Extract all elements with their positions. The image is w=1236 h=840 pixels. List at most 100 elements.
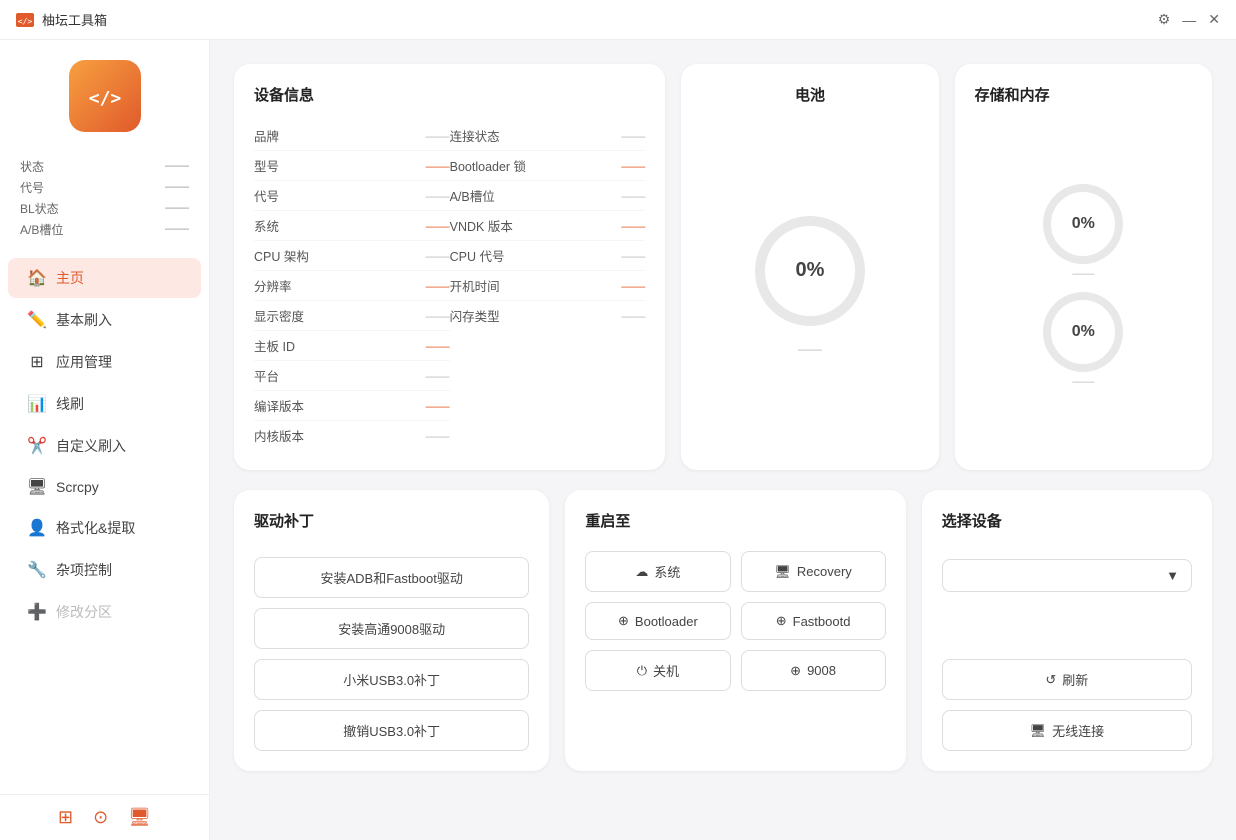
sidebar-label-scrcpy: Scrcpy: [56, 479, 99, 495]
device-info-title: 设备信息: [254, 84, 645, 105]
device-row-ab: A/B槽位 ——: [450, 181, 646, 211]
status-val-ab: ——: [165, 221, 189, 238]
device-icon[interactable]: 🖥: [128, 807, 151, 828]
device-row-connection: 连接状态 ——: [450, 121, 646, 151]
reboot-fastbootd-btn[interactable]: ⊕ Fastbootd: [741, 602, 886, 640]
titlebar-left: </> 柚坛工具箱: [16, 10, 107, 29]
driver-patch-title: 驱动补丁: [254, 510, 529, 531]
sidebar-item-appmanage[interactable]: ⊞ 应用管理: [8, 342, 201, 382]
device-dropdown[interactable]: ▼: [942, 559, 1192, 592]
reboot-grid: ☁ 系统 🖥 Recovery ⊕ Bootloader ⊕ Fastbootd: [585, 551, 885, 691]
svg-text:</>: </>: [18, 17, 32, 25]
reboot-shutdown-btn[interactable]: ⏻ 关机: [585, 650, 730, 691]
refresh-btn[interactable]: ↺ 刷新: [942, 659, 1192, 700]
main-layout: </> 状态 —— 代号 —— BL状态 —— A/B槽位 ——: [0, 40, 1236, 840]
reboot-recovery-label: Recovery: [797, 564, 852, 579]
storage-items: 0% —— 0% ——: [975, 121, 1192, 450]
terminal-icon[interactable]: ⊞: [58, 807, 73, 828]
device-row-cpucode: CPU 代号 ——: [450, 241, 646, 271]
close-icon[interactable]: ✕: [1208, 11, 1220, 28]
bottom-cards-row: 驱动补丁 安装ADB和Fastboot驱动 安装高通9008驱动 小米USB3.…: [234, 490, 1212, 771]
sidebar-label-custom: 自定义刷入: [56, 436, 126, 456]
storage-circle-disk: 0%: [1043, 184, 1123, 264]
sidebar-status: 状态 —— 代号 —— BL状态 —— A/B槽位 ——: [0, 156, 209, 240]
reboot-system-btn[interactable]: ☁ 系统: [585, 551, 730, 592]
status-val-codename: ——: [165, 179, 189, 196]
reboot-title: 重启至: [585, 510, 885, 531]
reboot-recovery-btn[interactable]: 🖥 Recovery: [741, 551, 886, 592]
device-row-system: 系统 ——: [254, 211, 450, 241]
minimize-icon[interactable]: —: [1182, 12, 1196, 28]
device-info-card: 设备信息 品牌 —— 型号 —— 代号: [234, 64, 665, 470]
sidebar-bottom: ⊞ ⊙ 🖥: [0, 794, 209, 840]
status-row-state: 状态 ——: [20, 156, 189, 177]
storage-percent-disk: 0%: [1072, 215, 1095, 233]
battery-info: ——: [798, 342, 822, 356]
sidebar-item-format[interactable]: 👤 格式化&提取: [8, 508, 201, 548]
device-row-platform: 平台 ——: [254, 361, 450, 391]
sidebar-label-misc: 杂项控制: [56, 560, 112, 580]
device-row-buildver: 编译版本 ——: [254, 391, 450, 421]
battery-percent: 0%: [796, 259, 825, 282]
content-area: 设备信息 品牌 —— 型号 —— 代号: [210, 40, 1236, 840]
sidebar-item-partition[interactable]: ➕ 修改分区: [8, 592, 201, 632]
status-label-ab: A/B槽位: [20, 221, 63, 238]
scrcpy-icon: 🖥: [28, 478, 46, 496]
titlebar: </> 柚坛工具箱 ⚙ — ✕: [0, 0, 1236, 40]
sidebar-label-partition: 修改分区: [56, 602, 112, 622]
sidebar-item-cable[interactable]: 📊 线刷: [8, 384, 201, 424]
sidebar-label-appmanage: 应用管理: [56, 352, 112, 372]
sidebar-label-cable: 线刷: [56, 394, 84, 414]
battery-card: 电池 0% ——: [681, 64, 938, 470]
sidebar-item-misc[interactable]: 🔧 杂项控制: [8, 550, 201, 590]
install-adb-fastboot-btn[interactable]: 安装ADB和Fastboot驱动: [254, 557, 529, 598]
sidebar-label-home: 主页: [56, 268, 84, 288]
reboot-bootloader-btn[interactable]: ⊕ Bootloader: [585, 602, 730, 640]
device-row-brand: 品牌 ——: [254, 121, 450, 151]
misc-icon: 🔧: [28, 561, 46, 579]
device-row-model: 型号 ——: [254, 151, 450, 181]
titlebar-controls: ⚙ — ✕: [1158, 11, 1220, 28]
reboot-bootloader-icon: ⊕: [618, 613, 629, 629]
wireless-label: 无线连接: [1052, 721, 1104, 740]
reboot-system-label: 系统: [654, 562, 680, 581]
status-label-codename: 代号: [20, 179, 44, 196]
sidebar-item-custom[interactable]: ✂️ 自定义刷入: [8, 426, 201, 466]
sidebar-item-scrcpy[interactable]: 🖥 Scrcpy: [8, 468, 201, 506]
storage-title: 存储和内存: [975, 84, 1192, 105]
device-info-grid: 品牌 —— 型号 —— 代号 —— 系统 ——: [254, 121, 645, 450]
reboot-fastbootd-icon: ⊕: [776, 613, 787, 629]
reboot-recovery-icon: 🖥: [774, 564, 791, 580]
reboot-9008-btn[interactable]: ⊕ 9008: [741, 650, 886, 691]
status-row-codename: 代号 ——: [20, 177, 189, 198]
sidebar: </> 状态 —— 代号 —— BL状态 —— A/B槽位 ——: [0, 40, 210, 840]
storage-item-disk: 0% ——: [975, 184, 1192, 280]
storage-label-disk: ——: [1072, 268, 1094, 280]
select-actions: ↺ 刷新 🖥 无线连接: [942, 659, 1192, 751]
battery-title: 电池: [795, 84, 825, 105]
device-row-codename: 代号 ——: [254, 181, 450, 211]
reboot-9008-label: 9008: [807, 663, 836, 678]
sidebar-item-flash[interactable]: ✏️ 基本刷入: [8, 300, 201, 340]
device-row-boardid: 主板 ID ——: [254, 331, 450, 361]
settings-icon[interactable]: ⚙: [1158, 11, 1171, 28]
github-icon[interactable]: ⊙: [93, 807, 108, 828]
device-row-uptime: 开机时间 ——: [450, 271, 646, 301]
wireless-connect-btn[interactable]: 🖥 无线连接: [942, 710, 1192, 751]
sidebar-item-home[interactable]: 🏠 主页: [8, 258, 201, 298]
partition-icon: ➕: [28, 603, 46, 621]
reboot-shutdown-label: 关机: [653, 661, 679, 680]
revoke-usb3-btn[interactable]: 撤销USB3.0补丁: [254, 710, 529, 751]
top-cards-row: 设备信息 品牌 —— 型号 —— 代号: [234, 64, 1212, 470]
xiaomi-usb3-btn[interactable]: 小米USB3.0补丁: [254, 659, 529, 700]
status-label-bl: BL状态: [20, 200, 59, 217]
reboot-shutdown-icon: ⏻: [637, 663, 647, 679]
reboot-system-icon: ☁: [635, 564, 648, 580]
storage-percent-memory: 0%: [1072, 323, 1095, 341]
status-label-state: 状态: [20, 158, 44, 175]
device-row-cpuarch: CPU 架构 ——: [254, 241, 450, 271]
refresh-icon: ↺: [1045, 672, 1056, 688]
install-qualcomm-btn[interactable]: 安装高通9008驱动: [254, 608, 529, 649]
device-col-left: 品牌 —— 型号 —— 代号 —— 系统 ——: [254, 121, 450, 450]
storage-label-memory: ——: [1072, 376, 1094, 388]
